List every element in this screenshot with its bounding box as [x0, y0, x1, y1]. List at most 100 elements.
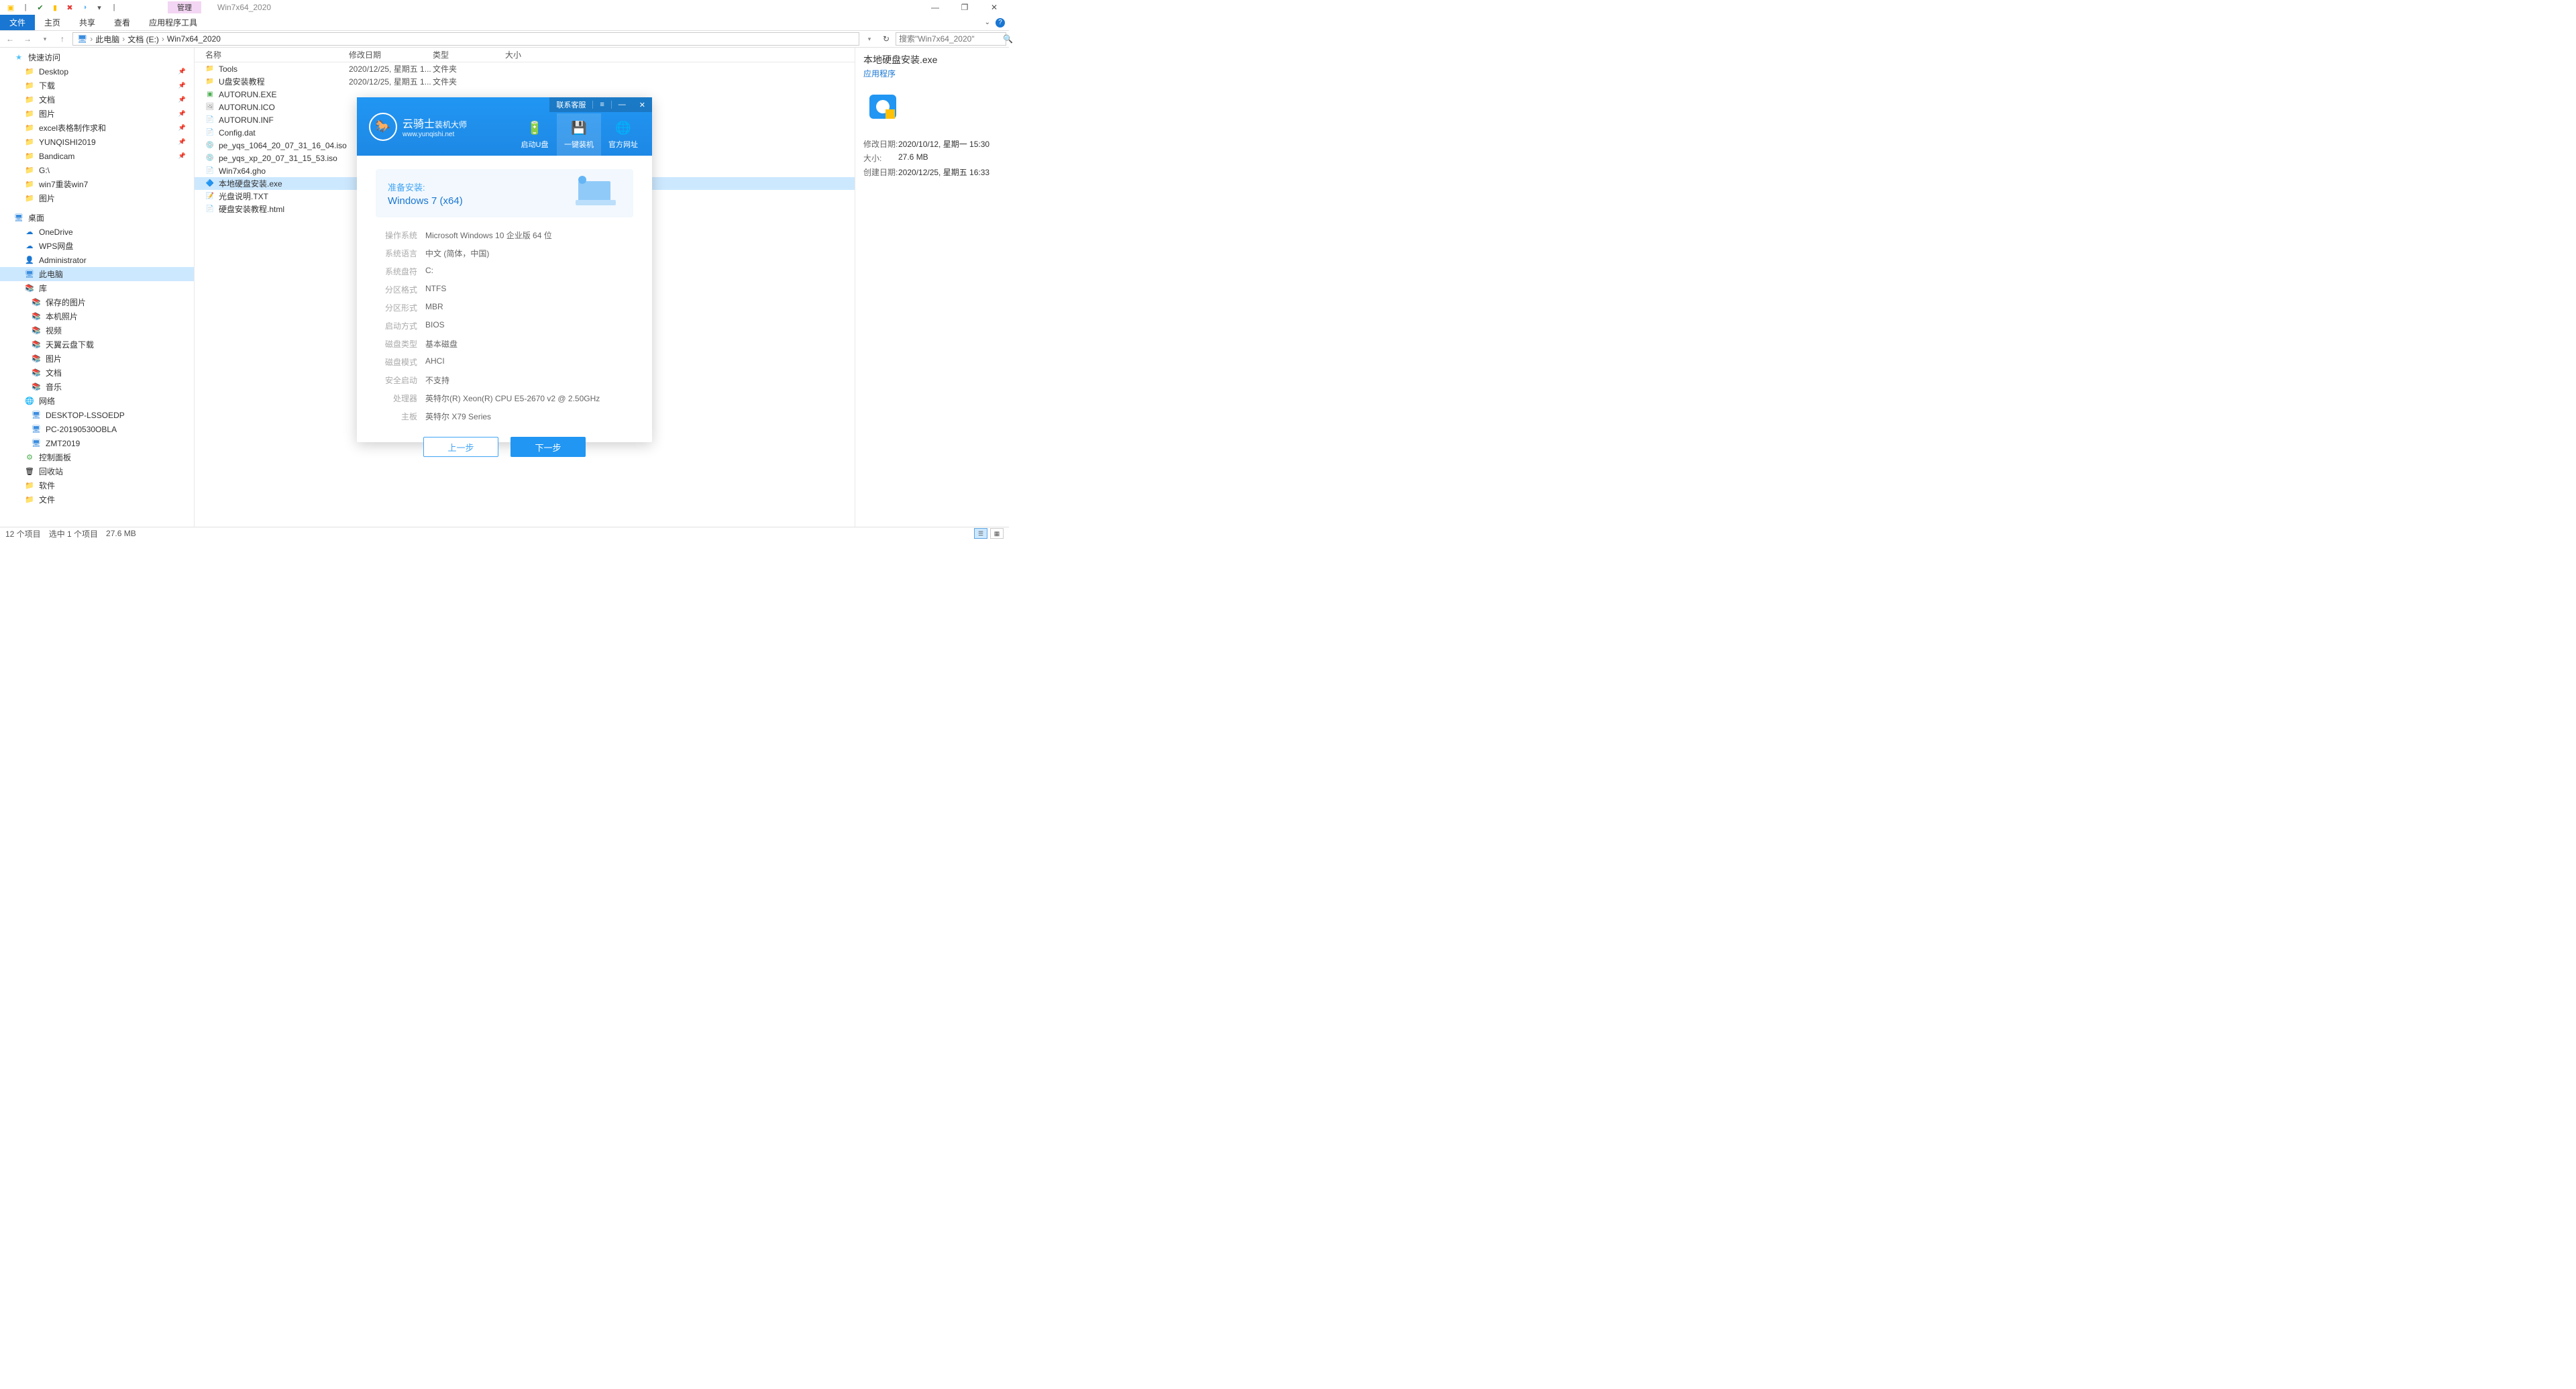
nav-quick-item[interactable]: 📁win7重装win7 — [0, 177, 194, 191]
chevron-right-icon[interactable]: › — [89, 34, 94, 44]
search-box[interactable]: 🔍 — [896, 32, 1006, 46]
file-icon: 📄 — [205, 166, 215, 176]
up-button[interactable]: ↑ — [55, 32, 70, 46]
chevron-right-icon[interactable]: › — [121, 34, 126, 44]
delete-icon[interactable]: ✖ — [63, 1, 76, 13]
system-info-row: 启动方式BIOS — [376, 320, 633, 331]
nav-quick-item[interactable]: 📁YUNQISHI2019📌 — [0, 135, 194, 149]
search-input[interactable] — [899, 34, 1003, 44]
nav-quick-item[interactable]: 📁Desktop📌 — [0, 64, 194, 79]
nav-desktop[interactable]: 🖥 桌面 — [0, 211, 194, 225]
tree-label: Desktop — [39, 67, 68, 76]
check-icon[interactable]: ✔ — [34, 1, 47, 13]
dropdown-icon[interactable]: ▾ — [93, 1, 106, 13]
chevron-right-icon[interactable]: › — [160, 34, 166, 44]
nav-control-panel[interactable]: ⚙ 控制面板 — [0, 450, 194, 464]
nav-one-click-install[interactable]: 💾 一键装机 — [557, 113, 601, 156]
close-button[interactable]: ✕ — [979, 0, 1009, 15]
lib-icon: 📚 — [31, 340, 42, 350]
nav-lib-item[interactable]: 📚本机照片 — [0, 309, 194, 323]
dialog-close-button[interactable]: ✕ — [633, 101, 652, 109]
nav-desktop-item[interactable]: 🖥此电脑 — [0, 267, 194, 281]
address-dropdown[interactable]: ▾ — [862, 32, 877, 46]
nav-quick-item[interactable]: 📁excel表格制作求和📌 — [0, 121, 194, 135]
breadcrumb-pc[interactable]: 此电脑 — [94, 34, 121, 45]
nav-desktop-item[interactable]: 👤Administrator — [0, 253, 194, 267]
ribbon-tab-file[interactable]: 文件 — [0, 15, 35, 30]
file-row[interactable]: 📁Tools 2020/12/25, 星期五 1... 文件夹 — [195, 62, 855, 75]
next-button[interactable]: 下一步 — [511, 437, 586, 457]
nav-quick-item[interactable]: 📁G:\ — [0, 163, 194, 177]
nav-quick-item[interactable]: 📁下载📌 — [0, 79, 194, 93]
breadcrumb-pc-icon[interactable]: 🖥 — [76, 34, 89, 44]
breadcrumb-folder[interactable]: Win7x64_2020 — [166, 34, 222, 44]
nav-desktop-item[interactable]: ☁WPS网盘 — [0, 239, 194, 253]
column-size[interactable]: 大小 — [505, 49, 559, 60]
nav-quick-item[interactable]: 📁文档📌 — [0, 93, 194, 107]
folder-icon[interactable]: ▣ — [4, 1, 17, 13]
nav-quick-item[interactable]: 📁Bandicam📌 — [0, 149, 194, 163]
nav-quick-item[interactable]: 📁图片 — [0, 191, 194, 205]
folder-new-icon[interactable]: ▮ — [48, 1, 62, 13]
refresh-button[interactable]: ↻ — [879, 32, 893, 46]
item-icon: ☁ — [24, 241, 35, 252]
pin-icon: 📌 — [178, 110, 186, 117]
nav-boot-usb[interactable]: 🔋 启动U盘 — [513, 113, 557, 156]
ribbon-tab-view[interactable]: 查看 — [105, 15, 140, 30]
tree-label: Bandicam — [39, 152, 74, 161]
column-date[interactable]: 修改日期 — [349, 49, 433, 60]
pin-icon: 📌 — [178, 68, 186, 75]
maximize-button[interactable]: ❐ — [950, 0, 979, 15]
column-name[interactable]: 名称 — [195, 49, 349, 60]
file-name: AUTORUN.EXE — [219, 90, 276, 99]
contextual-tab-manage[interactable]: 管理 — [168, 1, 201, 13]
nav-quick-access[interactable]: ★ 快速访问 — [0, 50, 194, 64]
folder-icon: 📁 — [24, 193, 35, 204]
contact-support-button[interactable]: 联系客服 — [549, 99, 592, 110]
nav-network-item[interactable]: 🖥PC-20190530OBLA — [0, 422, 194, 436]
tree-label: 此电脑 — [39, 268, 63, 280]
pc-icon: 🖥 — [31, 438, 42, 449]
ribbon-tab-home[interactable]: 主页 — [35, 15, 70, 30]
nav-network-item[interactable]: 🖥ZMT2019 — [0, 436, 194, 450]
nav-network-item[interactable]: 🖥DESKTOP-LSSOEDP — [0, 408, 194, 422]
minimize-button[interactable]: — — [920, 0, 950, 15]
folder-icon: 📁 — [24, 165, 35, 176]
nav-network[interactable]: 🌐 网络 — [0, 394, 194, 408]
properties-icon[interactable]: ◑ — [78, 1, 91, 13]
column-type[interactable]: 类型 — [433, 49, 505, 60]
nav-recycle[interactable]: 🗑 回收站 — [0, 464, 194, 478]
file-row[interactable]: 📁U盘安装教程 2020/12/25, 星期五 1... 文件夹 — [195, 75, 855, 88]
nav-lib-item[interactable]: 📚天翼云盘下载 — [0, 338, 194, 352]
recent-dropdown[interactable]: ▾ — [38, 32, 52, 46]
nav-lib-item[interactable]: 📚文档 — [0, 366, 194, 380]
nav-control-panel-label: 控制面板 — [39, 452, 71, 463]
nav-quick-item[interactable]: 📁图片📌 — [0, 107, 194, 121]
nav-desktop-item[interactable]: ☁OneDrive — [0, 225, 194, 239]
ribbon-expand-icon[interactable]: ⌄ — [985, 19, 990, 26]
forward-button[interactable]: → — [20, 32, 35, 46]
nav-desktop-item[interactable]: 📚库 — [0, 281, 194, 295]
nav-software[interactable]: 📁 软件 — [0, 478, 194, 493]
nav-quick-label: 快速访问 — [28, 52, 60, 63]
prev-button[interactable]: 上一步 — [423, 437, 498, 457]
ribbon-tab-apptools[interactable]: 应用程序工具 — [140, 15, 207, 30]
file-icon: 📁 — [205, 64, 215, 74]
nav-lib-item[interactable]: 📚视频 — [0, 323, 194, 338]
nav-files[interactable]: 📁 文件 — [0, 493, 194, 507]
search-icon[interactable]: 🔍 — [1003, 34, 1013, 44]
breadcrumb-drive[interactable]: 文档 (E:) — [126, 34, 160, 45]
breadcrumb[interactable]: 🖥 › 此电脑 › 文档 (E:) › Win7x64_2020 — [72, 32, 859, 46]
nav-official-site[interactable]: 🌐 官方网址 — [601, 113, 645, 156]
file-name: 光盘说明.TXT — [219, 191, 268, 202]
dialog-minimize-button[interactable]: — — [612, 101, 633, 109]
ribbon-tab-share[interactable]: 共享 — [70, 15, 105, 30]
back-button[interactable]: ← — [3, 32, 17, 46]
view-details-button[interactable]: ☰ — [974, 528, 987, 539]
help-icon[interactable]: ? — [996, 18, 1005, 28]
menu-icon[interactable]: ≡ — [593, 101, 610, 109]
nav-lib-item[interactable]: 📚音乐 — [0, 380, 194, 394]
view-icons-button[interactable]: ▦ — [990, 528, 1004, 539]
nav-lib-item[interactable]: 📚图片 — [0, 352, 194, 366]
nav-lib-item[interactable]: 📚保存的图片 — [0, 295, 194, 309]
